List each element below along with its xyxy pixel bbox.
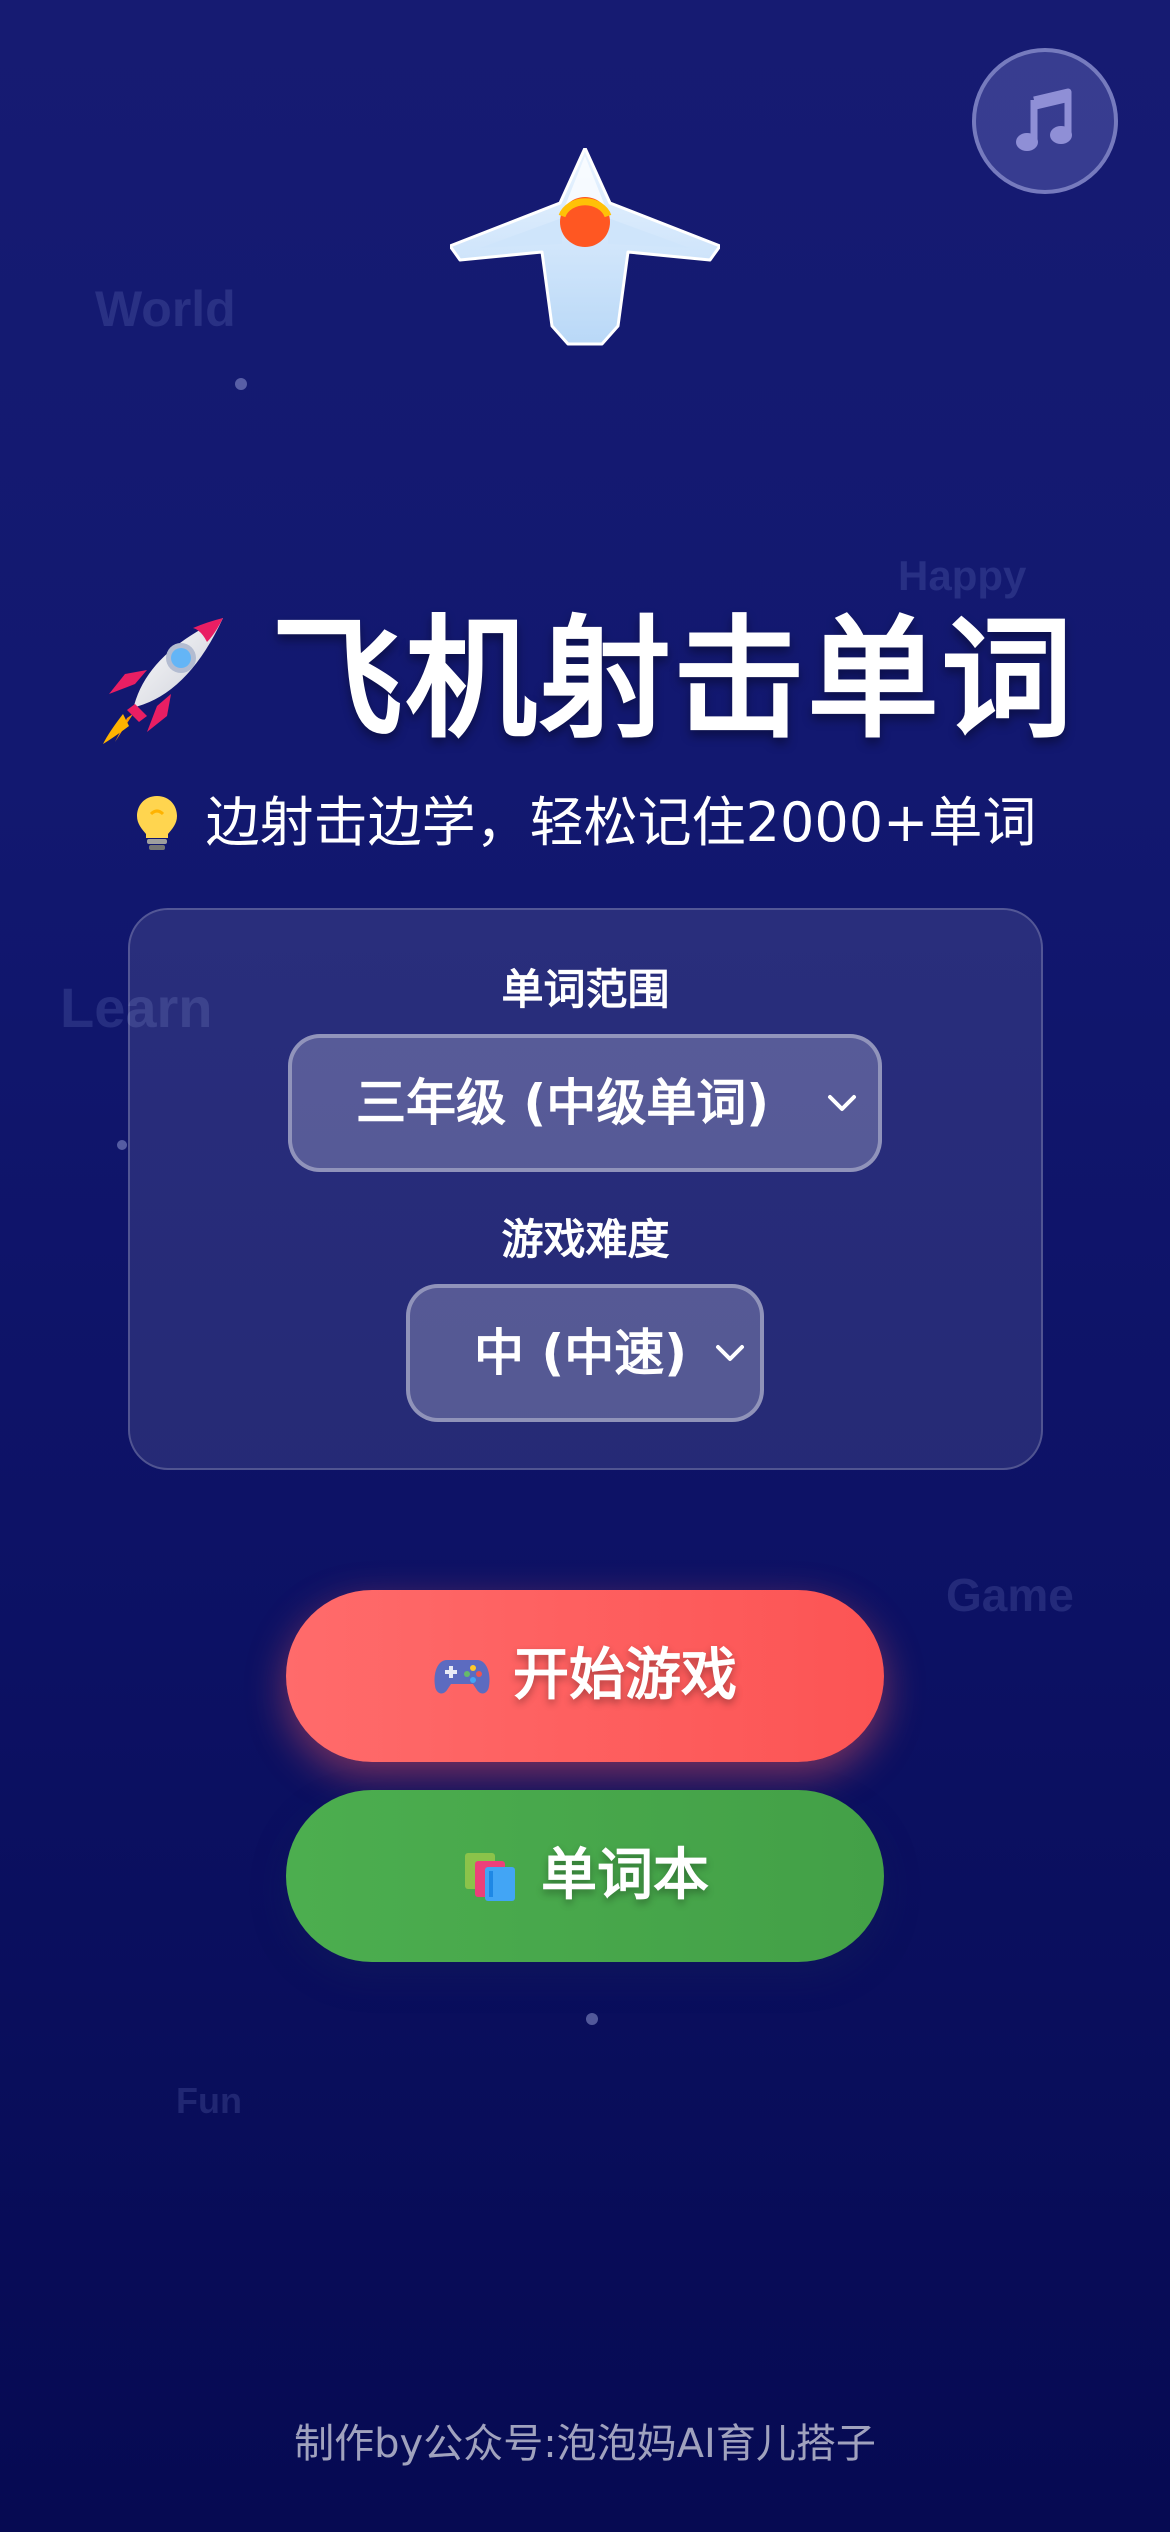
- start-game-label: 开始游戏: [513, 1643, 737, 1708]
- music-toggle-button[interactable]: [972, 48, 1118, 194]
- difficulty-value: 中 (中速): [474, 1324, 688, 1382]
- chevron-down-icon: [828, 1095, 856, 1111]
- background-word-game: Game: [946, 1569, 1074, 1621]
- gamepad-icon: [434, 1660, 490, 1694]
- background-word-happy: Happy: [898, 552, 1027, 599]
- wordbook-button[interactable]: 单词本: [286, 1790, 884, 1962]
- background-word-world: World: [95, 281, 236, 337]
- word-range-label: 单词范围: [501, 965, 670, 1014]
- page-subtitle: 边射击边学，轻松记住2000+单词: [205, 791, 1037, 854]
- footer-credit: 制作by公众号:泡泡妈AI育儿搭子: [294, 2421, 876, 2467]
- chevron-down-icon: [716, 1345, 744, 1361]
- word-range-select[interactable]: 三年级 (中级单词): [288, 1034, 882, 1172]
- background-dot: [117, 1140, 127, 1150]
- difficulty-select[interactable]: 中 (中速): [406, 1284, 764, 1422]
- word-range-value: 三年级 (中级单词): [356, 1074, 770, 1132]
- settings-panel: 单词范围 三年级 (中级单词) 游戏难度 中 (中速): [128, 908, 1043, 1470]
- books-icon: [465, 1853, 515, 1901]
- rocket-icon: [103, 618, 223, 744]
- background-word-fun: Fun: [176, 2080, 242, 2121]
- difficulty-label: 游戏难度: [501, 1215, 670, 1264]
- background-dot: [586, 2013, 598, 2025]
- page-title: 飞机射击单词: [271, 603, 1075, 757]
- plane-icon: [450, 148, 720, 346]
- start-game-button[interactable]: 开始游戏: [286, 1590, 884, 1762]
- music-note-icon: [1016, 88, 1072, 151]
- lightbulb-icon: [136, 796, 177, 850]
- background-dot: [235, 378, 247, 390]
- wordbook-label: 单词本: [541, 1843, 709, 1908]
